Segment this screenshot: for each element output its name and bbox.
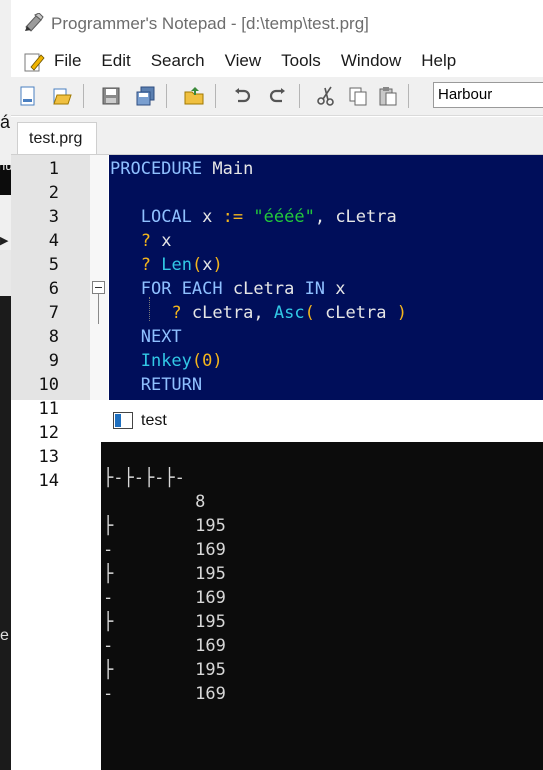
line-number: 3 bbox=[48, 207, 59, 227]
line-number: 1 bbox=[48, 159, 59, 179]
console-title-bar[interactable]: test bbox=[101, 400, 543, 442]
console-window: test ├-├-├-├- 8 ├ 195 - 169 ├ 195 - 169 ├ 195… bbox=[101, 400, 543, 770]
title-bar[interactable]: Programmer's Notepad - [d:\temp\test.prg… bbox=[11, 0, 543, 48]
console-line: ├ 195 bbox=[103, 516, 226, 536]
console-title: test bbox=[141, 412, 167, 429]
console-line: 8 bbox=[103, 492, 206, 512]
fold-line bbox=[98, 294, 99, 324]
fold-toggle-icon[interactable] bbox=[92, 281, 105, 294]
background-console-area bbox=[0, 296, 11, 770]
code-line: ? Len(x) bbox=[140, 255, 223, 275]
line-numbers: 1 2 3 4 5 6 7 8 9 10 11 12 13 14 bbox=[11, 157, 59, 493]
document-pen-icon[interactable] bbox=[23, 51, 45, 73]
language-select[interactable]: Harbour bbox=[433, 82, 543, 108]
fold-margin bbox=[90, 155, 108, 400]
line-number: 11 bbox=[38, 399, 59, 419]
line-number: 4 bbox=[48, 231, 59, 251]
new-file-button[interactable] bbox=[15, 83, 41, 109]
notepad-window: Programmer's Notepad - [d:\temp\test.prg… bbox=[11, 0, 543, 491]
code-line: ? cLetra, Asc( cLetra ) bbox=[171, 303, 407, 323]
toolbar-separator bbox=[408, 84, 409, 108]
menu-items: File Edit Search View Tools Window Help bbox=[54, 51, 476, 71]
console-line: ├ 195 bbox=[103, 564, 226, 584]
menu-tools[interactable]: Tools bbox=[281, 51, 321, 71]
toolbar-separator bbox=[215, 84, 216, 108]
background-arrow-icon: ▶ bbox=[0, 235, 9, 247]
undo-button[interactable] bbox=[229, 83, 255, 109]
code-line: FOR EACH cLetra IN x bbox=[140, 279, 346, 299]
save-all-button[interactable] bbox=[132, 83, 158, 109]
code-line: LOCAL x := "éééé", cLetra bbox=[140, 207, 397, 227]
paste-button[interactable] bbox=[375, 83, 401, 109]
console-line: ├-├-├-├- bbox=[103, 468, 185, 488]
line-number: 9 bbox=[48, 351, 59, 371]
toolbar-separator bbox=[299, 84, 300, 108]
menu-help[interactable]: Help bbox=[421, 51, 456, 71]
code-line: ? x bbox=[140, 231, 172, 251]
menu-search[interactable]: Search bbox=[151, 51, 205, 71]
console-line: - 169 bbox=[103, 684, 226, 704]
console-line: - 169 bbox=[103, 540, 226, 560]
line-number: 7 bbox=[48, 303, 59, 323]
scissors-icon bbox=[317, 86, 334, 106]
tab-test-prg[interactable]: test.prg bbox=[17, 122, 97, 154]
line-number: 5 bbox=[48, 255, 59, 275]
menu-file[interactable]: File bbox=[54, 51, 81, 71]
code-line: PROCEDURE Main bbox=[110, 159, 254, 179]
line-number: 6 bbox=[48, 279, 59, 299]
code-line: RETURN bbox=[140, 375, 203, 395]
save-button[interactable] bbox=[98, 83, 124, 109]
code-text: PROCEDURE Main LOCAL x := "éééé", cLetra… bbox=[110, 157, 407, 397]
code-line: NEXT bbox=[140, 327, 182, 347]
line-number: 2 bbox=[48, 183, 59, 203]
indent-guide bbox=[149, 297, 151, 321]
copy-button[interactable] bbox=[345, 83, 371, 109]
console-output: ├-├-├-├- 8 ├ 195 - 169 ├ 195 - 169 ├ 195 - 169… bbox=[103, 466, 226, 706]
redo-icon bbox=[269, 88, 285, 103]
save-all-icon bbox=[136, 86, 155, 106]
paste-icon bbox=[379, 87, 397, 106]
undo-icon bbox=[235, 88, 251, 103]
line-number: 13 bbox=[38, 447, 59, 467]
menu-edit[interactable]: Edit bbox=[101, 51, 130, 71]
line-number: 8 bbox=[48, 327, 59, 347]
open-file-button[interactable] bbox=[49, 83, 75, 109]
menu-window[interactable]: Window bbox=[341, 51, 401, 71]
line-number: 14 bbox=[38, 471, 59, 491]
background-glyph: á bbox=[0, 112, 11, 132]
redo-button[interactable] bbox=[265, 83, 291, 109]
background-glyph: e bbox=[0, 627, 9, 644]
toolbar-separator bbox=[166, 84, 167, 108]
line-number: 10 bbox=[38, 375, 59, 395]
cut-button[interactable] bbox=[313, 83, 339, 109]
folder-arrow-icon bbox=[184, 87, 204, 105]
code-editor[interactable]: PROCEDURE Main LOCAL x := "éééé", cLetra… bbox=[109, 155, 543, 400]
line-number: 12 bbox=[38, 423, 59, 443]
open-folder-icon bbox=[53, 88, 72, 105]
toolbar-separator bbox=[83, 84, 84, 108]
console-line: - 169 bbox=[103, 588, 226, 608]
menu-view[interactable]: View bbox=[225, 51, 262, 71]
floppy-disk-icon bbox=[102, 87, 120, 105]
window-title: Programmer's Notepad - [d:\temp\test.prg… bbox=[51, 14, 369, 33]
new-file-icon bbox=[20, 86, 35, 106]
console-line: ├ 195 bbox=[103, 660, 226, 680]
code-line: Inkey(0) bbox=[140, 351, 223, 371]
open-project-button[interactable] bbox=[181, 83, 207, 109]
console-app-icon bbox=[113, 412, 133, 429]
copy-icon bbox=[349, 87, 367, 106]
background-window-area bbox=[0, 250, 11, 296]
console-line: ├ 195 bbox=[103, 612, 226, 632]
console-line: - 169 bbox=[103, 636, 226, 656]
pen-app-icon bbox=[25, 13, 44, 32]
